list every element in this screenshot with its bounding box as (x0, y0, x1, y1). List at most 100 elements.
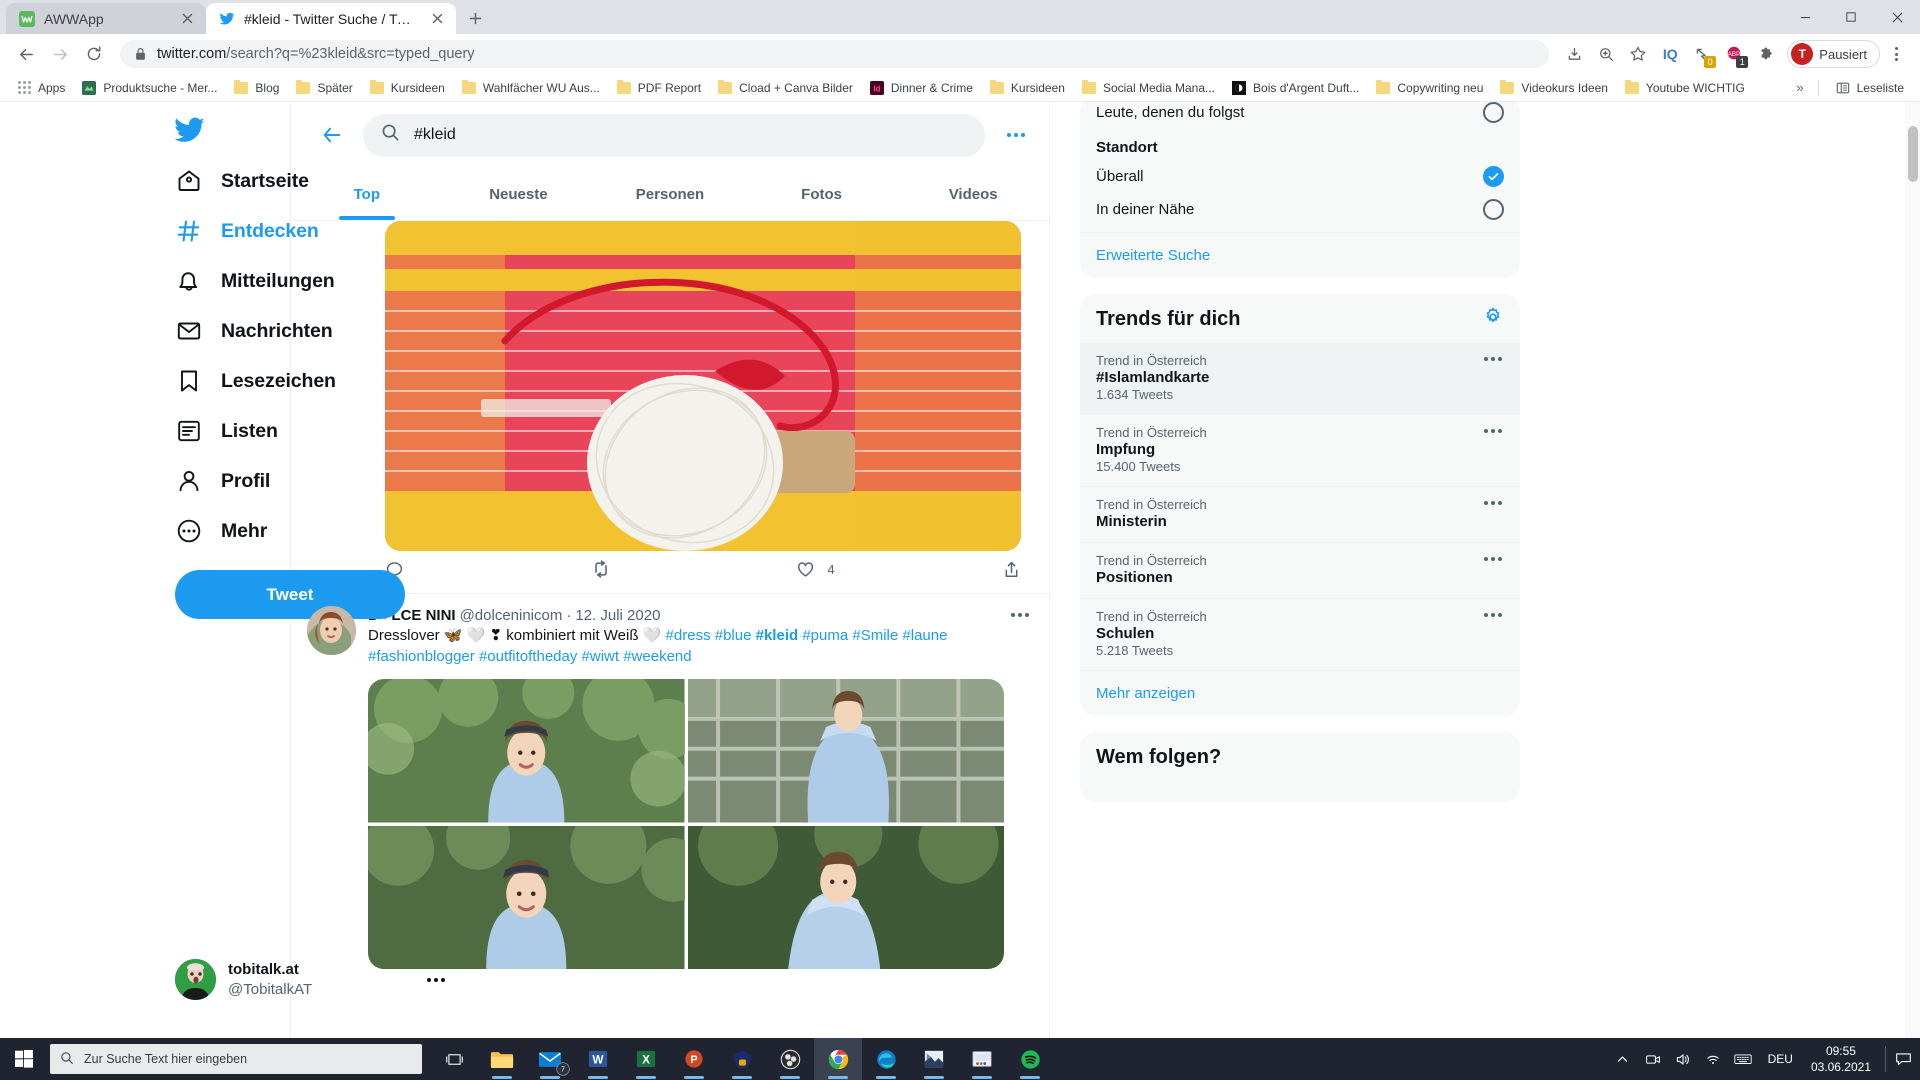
adblock-extension-icon[interactable]: ABP 1 (1719, 39, 1749, 69)
tweet-image-4[interactable] (687, 825, 1004, 970)
trend-item-impfung[interactable]: Trend in Österreich Impfung 15.400 Tweet… (1080, 415, 1520, 486)
clock[interactable]: 09:55 03.06.2021 (1803, 1043, 1879, 1075)
reply-button[interactable] (385, 559, 591, 579)
bookmark-apps[interactable]: Apps (8, 77, 73, 99)
obs-icon[interactable] (766, 1038, 814, 1080)
task-view-icon[interactable] (430, 1038, 478, 1080)
bookmark-star-icon[interactable] (1623, 39, 1653, 69)
radio-unselected[interactable] (1483, 102, 1504, 123)
twitter-bird-logo[interactable] (173, 110, 217, 150)
tweet-more-icon[interactable] (1011, 613, 1033, 617)
spotify-icon[interactable] (1006, 1038, 1054, 1080)
trend-more-icon[interactable] (1484, 501, 1502, 505)
tweet-date[interactable]: 12. Juli 2020 (575, 607, 660, 624)
pocket-extension-icon[interactable]: 0 (1687, 39, 1717, 69)
tweet-image-3[interactable] (368, 825, 685, 970)
account-more-icon[interactable] (427, 977, 445, 982)
radio-unselected[interactable] (1483, 199, 1504, 220)
minimize-button[interactable] (1782, 1, 1828, 33)
overflow-chevron-icon[interactable] (1608, 1038, 1638, 1080)
mail-icon[interactable]: 7 (526, 1038, 574, 1080)
taskbar-search-input[interactable]: Zur Suche Text hier eingeben (50, 1044, 422, 1074)
tweet-card-2[interactable]: D❤LCE NINI @dolceninicom · 12. Juli 2020… (291, 594, 1049, 970)
bookmark-pdf-report[interactable]: PDF Report (608, 77, 709, 99)
filter-location-everywhere[interactable]: Überall (1080, 160, 1520, 193)
gear-icon[interactable] (1482, 306, 1504, 333)
tweet-author-handle[interactable]: @dolceninicom (460, 607, 563, 624)
windows-start-icon[interactable] (0, 1038, 48, 1080)
trend-more-icon[interactable] (1484, 613, 1502, 617)
keyboard-icon[interactable] (1728, 1038, 1758, 1080)
tab-personen[interactable]: Personen (594, 168, 746, 220)
audacity-icon[interactable] (718, 1038, 766, 1080)
like-button[interactable]: 4 (796, 559, 1002, 579)
show-more-trends-link[interactable]: Mehr anzeigen (1080, 671, 1520, 716)
tab-neueste[interactable]: Neueste (443, 168, 595, 220)
sidebar-item-listen[interactable]: Listen (175, 406, 290, 456)
hashtag-weekend[interactable]: #weekend (623, 648, 691, 665)
forward-button[interactable] (44, 38, 76, 70)
bookmark-bois-dargent[interactable]: Bois d'Argent Duft... (1223, 77, 1367, 99)
close-icon[interactable] (178, 10, 196, 28)
sidebar-item-startseite[interactable]: Startseite (175, 156, 309, 206)
reading-list-button[interactable]: Leseliste (1827, 77, 1912, 99)
action-center-icon[interactable] (1886, 1038, 1920, 1080)
sidebar-item-mitteilungen[interactable]: Mitteilungen (175, 256, 335, 306)
bookmark-youtube-wichtig[interactable]: Youtube WICHTIG (1616, 77, 1753, 99)
hashtag-dress[interactable]: #dress (666, 627, 711, 644)
tweet-image-1[interactable] (368, 679, 685, 823)
bookmark-spaeter[interactable]: Später (287, 77, 360, 99)
sidebar-item-entdecken[interactable]: Entdecken (175, 206, 319, 256)
radio-selected[interactable] (1483, 166, 1504, 187)
maximize-button[interactable] (1828, 1, 1874, 33)
hashtag-fashionblogger[interactable]: #fashionblogger (368, 648, 475, 665)
hashtag-puma[interactable]: #puma (802, 627, 848, 644)
tab-videos[interactable]: Videos (897, 168, 1049, 220)
trend-more-icon[interactable] (1484, 557, 1502, 561)
hashtag-laune[interactable]: #laune (902, 627, 947, 644)
back-button[interactable] (10, 38, 42, 70)
iq-extension-icon[interactable]: IQ (1655, 39, 1685, 69)
hashtag-outfitoftheday[interactable]: #outfitoftheday (479, 648, 577, 665)
powerpoint-icon[interactable]: P (670, 1038, 718, 1080)
zoom-icon[interactable] (1591, 39, 1621, 69)
bookmark-social-media[interactable]: Social Media Mana... (1073, 77, 1223, 99)
bookmark-wahlfaecher[interactable]: Wahlfächer WU Aus... (453, 77, 608, 99)
excel-icon[interactable]: X (622, 1038, 670, 1080)
trend-item-schulen[interactable]: Trend in Österreich Schulen 5.218 Tweets (1080, 599, 1520, 670)
reload-button[interactable] (78, 38, 110, 70)
page-scrollbar[interactable] (1905, 102, 1920, 1038)
search-input[interactable]: #kleid (363, 113, 985, 157)
file-explorer-icon[interactable] (478, 1038, 526, 1080)
chevron-overflow-icon[interactable]: » (1790, 80, 1809, 95)
webcam-icon[interactable] (1638, 1038, 1668, 1080)
trend-item-positionen[interactable]: Trend in Österreich Positionen (1080, 543, 1520, 598)
word-icon[interactable]: W (574, 1038, 622, 1080)
share-button[interactable] (1002, 559, 1033, 579)
hashtag-blue[interactable]: #blue (715, 627, 752, 644)
photoshop-icon[interactable] (910, 1038, 958, 1080)
install-icon[interactable] (1559, 39, 1589, 69)
back-arrow-icon[interactable] (315, 118, 349, 152)
address-bar[interactable]: twitter.com/search?q=%23kleid&src=typed_… (120, 40, 1550, 68)
wifi-icon[interactable] (1698, 1038, 1728, 1080)
bookmark-kursideen-2[interactable]: Kursideen (981, 77, 1073, 99)
bookmark-kursideen-1[interactable]: Kursideen (361, 77, 453, 99)
tweet-image[interactable] (385, 221, 1021, 551)
trend-item-islamlandkarte[interactable]: Trend in Österreich #Islamlandkarte 1.63… (1080, 343, 1520, 414)
bookmark-blog[interactable]: Blog (225, 77, 287, 99)
new-tab-button[interactable] (460, 3, 490, 33)
paint-icon[interactable] (958, 1038, 1006, 1080)
hashtag-wiwt[interactable]: #wiwt (582, 648, 620, 665)
keyboard-language-indicator[interactable]: DEU (1758, 1052, 1803, 1066)
trend-more-icon[interactable] (1484, 357, 1502, 361)
chrome-profile-button[interactable]: T Pausiert (1787, 40, 1880, 68)
sidebar-item-lesezeichen[interactable]: Lesezeichen (175, 356, 336, 406)
sidebar-item-profil[interactable]: Profil (175, 456, 290, 506)
filter-location-nearby[interactable]: In deiner Nähe (1080, 193, 1520, 232)
search-settings-icon[interactable] (999, 118, 1033, 152)
sidebar-item-nachrichten[interactable]: Nachrichten (175, 306, 333, 356)
bookmark-cloud-canva[interactable]: Cload + Canva Bilder (709, 77, 861, 99)
retweet-button[interactable] (591, 559, 797, 579)
tweet-card-1[interactable]: 4 (291, 221, 1049, 594)
